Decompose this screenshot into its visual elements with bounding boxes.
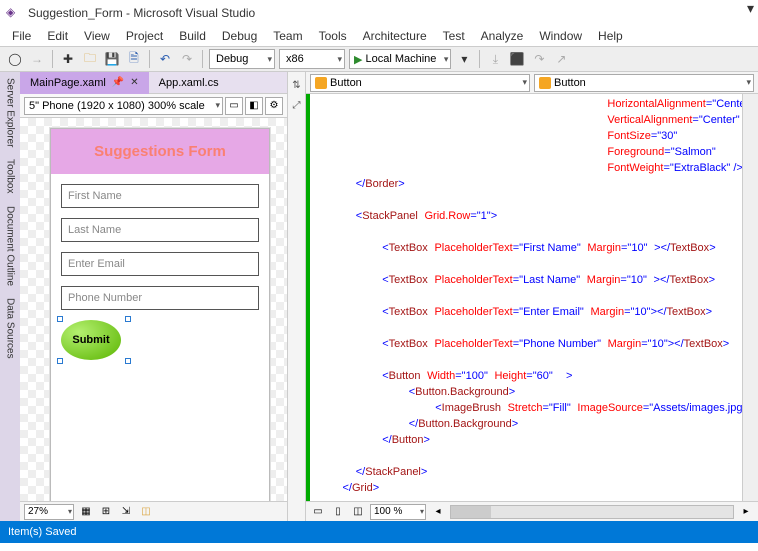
close-icon[interactable]: ✕: [130, 77, 138, 88]
debug-target-icon[interactable]: ▾: [455, 50, 473, 68]
step-out-icon[interactable]: ↗: [552, 50, 570, 68]
code-pane: Button Button HorizontalAlignment="Cente…: [306, 72, 758, 521]
scroll-thumb[interactable]: [451, 506, 491, 518]
tab-appxaml[interactable]: App.xaml.cs: [149, 72, 229, 94]
last-name-field[interactable]: Last Name: [61, 218, 259, 242]
split-horizontal-icon[interactable]: ▭: [310, 504, 326, 520]
menu-window[interactable]: Window: [533, 27, 588, 45]
member-combo[interactable]: Button: [534, 74, 754, 92]
step-into-icon[interactable]: ⤓: [486, 50, 504, 68]
tab-mainpage[interactable]: MainPage.xaml 📌 ✕: [20, 72, 149, 94]
menu-debug[interactable]: Debug: [216, 27, 263, 45]
code-statusbar: ▭ ▯ ◫ 100 % ◂ ▸: [306, 501, 758, 521]
expand-icon[interactable]: ⤢: [290, 98, 304, 112]
split-view-icon[interactable]: ◫: [350, 504, 366, 520]
device-bar: 5" Phone (1920 x 1080) 300% scale ▭ ◧ ⚙: [20, 94, 287, 118]
code-editor[interactable]: HorizontalAlignment="Center" VerticalAli…: [310, 94, 742, 501]
config-combo[interactable]: Debug: [209, 49, 275, 69]
horizontal-scrollbar[interactable]: [450, 505, 734, 519]
resize-handle-sw[interactable]: [57, 358, 63, 364]
split-vertical-icon[interactable]: ▯: [330, 504, 346, 520]
menu-team[interactable]: Team: [267, 27, 308, 45]
new-file-icon[interactable]: ✚: [59, 50, 77, 68]
sidetab-data-sources[interactable]: Data Sources: [5, 296, 16, 361]
save-icon[interactable]: 💾: [103, 50, 121, 68]
grid-icon[interactable]: ▦: [78, 504, 94, 520]
snap-icon[interactable]: ⊞: [98, 504, 114, 520]
phone-field[interactable]: Phone Number: [61, 286, 259, 310]
title-bar: ◈ Suggestion_Form - Microsoft Visual Stu…: [0, 0, 758, 26]
undo-icon[interactable]: ↶: [156, 50, 174, 68]
split-gutter[interactable]: ⇅ ⤢: [288, 72, 306, 521]
swap-panes-icon[interactable]: ⇅: [290, 78, 304, 92]
menu-test[interactable]: Test: [437, 27, 471, 45]
menu-project[interactable]: Project: [120, 27, 169, 45]
tab-mainpage-label: MainPage.xaml: [30, 77, 106, 89]
code-zoom-combo[interactable]: 100 %: [370, 504, 426, 520]
resize-handle-nw[interactable]: [57, 316, 63, 322]
resize-handle-se[interactable]: [125, 358, 131, 364]
type-combo[interactable]: Button: [310, 74, 530, 92]
window-menu-icon[interactable]: ▾: [747, 0, 754, 17]
menu-build[interactable]: Build: [173, 27, 212, 45]
menu-file[interactable]: File: [6, 27, 37, 45]
side-tabs: Server Explorer Toolbox Document Outline…: [0, 72, 20, 521]
scroll-left-icon[interactable]: ◂: [430, 504, 446, 520]
redo-icon[interactable]: ↷: [178, 50, 196, 68]
run-button[interactable]: ▶Local Machine: [349, 49, 451, 69]
designer-pane: MainPage.xaml 📌 ✕ App.xaml.cs 5" Phone (…: [20, 72, 288, 521]
type-icon: [315, 77, 327, 89]
menu-architecture[interactable]: Architecture: [357, 27, 433, 45]
toolbar: ◯ → ✚ 🗀 💾 🗎 ↶ ↷ Debug x86 ▶Local Machine…: [0, 46, 758, 72]
menu-bar: File Edit View Project Build Debug Team …: [0, 26, 758, 46]
step-over-icon[interactable]: ↷: [530, 50, 548, 68]
nav-fwd-icon[interactable]: →: [28, 50, 46, 68]
form-title: Suggestions Form: [94, 143, 226, 160]
window-title: Suggestion_Form - Microsoft Visual Studi…: [28, 6, 255, 20]
code-navbar: Button Button: [306, 72, 758, 94]
resize-handle-ne[interactable]: [125, 316, 131, 322]
menu-help[interactable]: Help: [592, 27, 629, 45]
vertical-scrollbar[interactable]: [742, 94, 758, 501]
designer-surface[interactable]: Suggestions Form First Name Last Name En…: [20, 118, 287, 501]
platform-combo[interactable]: x86: [279, 49, 345, 69]
menu-edit[interactable]: Edit: [41, 27, 74, 45]
vs-logo-icon: ◈: [6, 5, 22, 21]
member-icon: [539, 77, 551, 89]
open-file-icon[interactable]: 🗀: [81, 50, 99, 68]
submit-button[interactable]: Submit: [61, 320, 121, 360]
scroll-right-icon[interactable]: ▸: [738, 504, 754, 520]
status-text: Item(s) Saved: [8, 526, 76, 538]
theme-icon[interactable]: ◧: [245, 97, 263, 115]
menu-tools[interactable]: Tools: [313, 27, 353, 45]
menu-analyze[interactable]: Analyze: [475, 27, 530, 45]
email-field[interactable]: Enter Email: [61, 252, 259, 276]
submit-selection[interactable]: Submit: [61, 320, 141, 368]
status-bar: Item(s) Saved: [0, 521, 758, 543]
save-all-icon[interactable]: 🗎: [125, 50, 143, 68]
form-header: Suggestions Form: [51, 129, 269, 174]
designer-zoombar: 27% ▦ ⊞ ⇲ ◫: [20, 501, 287, 521]
device-combo[interactable]: 5" Phone (1920 x 1080) 300% scale: [24, 97, 223, 115]
sidetab-document-outline[interactable]: Document Outline: [5, 204, 16, 288]
phone-preview: Suggestions Form First Name Last Name En…: [50, 128, 270, 501]
sidetab-toolbox[interactable]: Toolbox: [5, 157, 16, 195]
nav-back-icon[interactable]: ◯: [6, 50, 24, 68]
tab-appxaml-label: App.xaml.cs: [159, 77, 219, 89]
outline-icon[interactable]: ◫: [138, 504, 154, 520]
breakpoint-icon[interactable]: ⬛: [508, 50, 526, 68]
document-tabs: MainPage.xaml 📌 ✕ App.xaml.cs: [20, 72, 287, 94]
settings-icon[interactable]: ⚙: [265, 97, 283, 115]
menu-view[interactable]: View: [78, 27, 116, 45]
guides-icon[interactable]: ⇲: [118, 504, 134, 520]
pin-icon[interactable]: 📌: [112, 77, 124, 88]
orientation-icon[interactable]: ▭: [225, 97, 243, 115]
zoom-combo[interactable]: 27%: [24, 504, 74, 520]
first-name-field[interactable]: First Name: [61, 184, 259, 208]
sidetab-server-explorer[interactable]: Server Explorer: [5, 76, 16, 149]
